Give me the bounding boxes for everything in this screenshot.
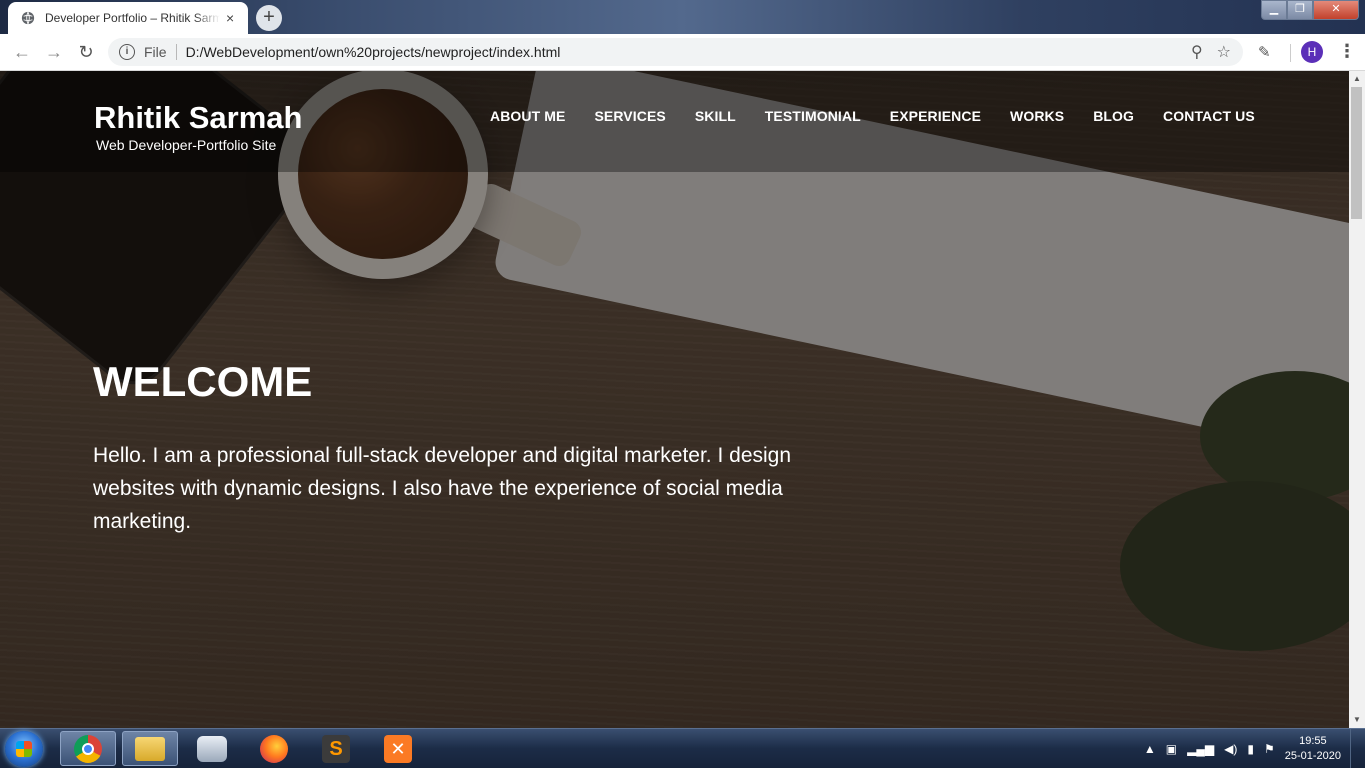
taskbar-file-explorer[interactable] [122,731,178,766]
taskbar-disk-utility[interactable] [184,731,240,766]
profile-avatar[interactable]: H [1301,41,1323,63]
address-url[interactable]: D:/WebDevelopment/own%20projects/newproj… [186,44,561,60]
system-tray: ▲ ▣ ▂▄▆ ◀) ▮ ⚑ 19:55 25-01-2020 [1144,729,1365,768]
xampp-icon: ✕ [384,734,412,763]
site-header: Rhitik Sarmah Web Developer-Portfolio Si… [0,71,1349,172]
nav-skill[interactable]: SKILL [695,108,736,124]
site-nav: ABOUT ME SERVICES SKILL TESTIMONIAL EXPE… [490,108,1255,124]
file-explorer-icon [135,736,165,761]
nav-about-me[interactable]: ABOUT ME [490,108,565,124]
brand[interactable]: Rhitik Sarmah Web Developer-Portfolio Si… [94,100,303,154]
clock-time: 19:55 [1299,734,1327,747]
address-scheme: File [144,44,167,60]
clock[interactable]: 19:55 25-01-2020 [1285,734,1341,764]
tray-expand-icon[interactable]: ▲ [1144,742,1156,756]
address-bar[interactable]: i File D:/WebDevelopment/own%20projects/… [108,38,1243,66]
tab-close-icon[interactable]: × [226,11,234,25]
sublime-text-icon: S [322,734,350,763]
windows-logo-icon [16,741,32,757]
nav-experience[interactable]: EXPERIENCE [890,108,981,124]
nav-blog[interactable]: BLOG [1093,108,1134,124]
nav-services[interactable]: SERVICES [594,108,665,124]
browser-tab[interactable]: Developer Portfolio – Rhitik Sarmah × [8,2,248,34]
reload-icon[interactable]: ↻ [76,42,96,62]
tab-title: Developer Portfolio – Rhitik Sarmah [45,11,220,25]
scroll-up-icon[interactable]: ▲ [1349,71,1365,87]
new-tab-button[interactable]: + [256,5,282,31]
taskbar-firefox[interactable] [246,731,302,766]
browser-toolbar: ← → ↻ i File D:/WebDevelopment/own%20pro… [0,34,1365,71]
back-icon[interactable]: ← [12,42,32,62]
firefox-icon [260,734,288,763]
nav-contact-us[interactable]: CONTACT US [1163,108,1255,124]
taskbar-chrome[interactable] [60,731,116,766]
network-app-icon[interactable]: ▣ [1166,742,1177,756]
omnibox-actions: ⚲ ☆ [1191,42,1231,62]
disk-utility-icon [197,735,227,762]
info-icon[interactable]: i [119,44,135,60]
hero-text: Hello. I am a professional full-stack de… [93,444,792,533]
close-window-button[interactable]: ✕ [1313,0,1359,20]
toolbar-divider [1290,44,1291,62]
signal-icon[interactable]: ▂▄▆ [1187,742,1214,756]
maximize-button[interactable]: ❐ [1287,0,1313,20]
power-icon[interactable]: ▮ [1247,742,1254,756]
forward-icon[interactable]: → [44,42,64,62]
page-viewport: Rhitik Sarmah Web Developer-Portfolio Si… [0,71,1349,728]
scroll-down-icon[interactable]: ▼ [1349,712,1365,728]
zoom-icon[interactable]: ⚲ [1191,42,1203,62]
minimize-button[interactable]: ▁ [1261,0,1287,20]
nav-testimonial[interactable]: TESTIMONIAL [765,108,861,124]
scroll-thumb[interactable] [1351,87,1362,219]
hero-title: WELCOME [93,358,313,405]
brand-name: Rhitik Sarmah [94,100,303,135]
start-button[interactable] [5,731,43,767]
tab-strip: Developer Portfolio – Rhitik Sarmah × + … [0,0,1365,34]
taskbar-xampp[interactable]: ✕ [370,731,426,766]
window-controls: ▁ ❐ ✕ [1261,0,1359,20]
clock-date: 25-01-2020 [1284,749,1341,762]
brand-tagline: Web Developer-Portfolio Site [96,137,277,153]
menu-icon[interactable]: ⋮ [1338,41,1356,61]
star-icon[interactable]: ☆ [1217,42,1231,62]
taskbar: S ✕ ▲ ▣ ▂▄▆ ◀) ▮ ⚑ 19:55 25-01-2020 [0,728,1365,768]
show-desktop-button[interactable] [1350,729,1365,768]
globe-icon [21,11,35,25]
page-scrollbar[interactable]: ▲ ▼ [1349,71,1365,728]
nav-works[interactable]: WORKS [1010,108,1064,124]
eyedropper-icon[interactable]: ✎ [1258,43,1271,61]
volume-icon[interactable]: ◀) [1224,742,1237,756]
address-divider [175,44,177,60]
taskbar-sublime-text[interactable]: S [308,731,364,766]
action-center-flag-icon[interactable]: ⚑ [1264,742,1275,756]
chrome-icon [74,734,102,763]
